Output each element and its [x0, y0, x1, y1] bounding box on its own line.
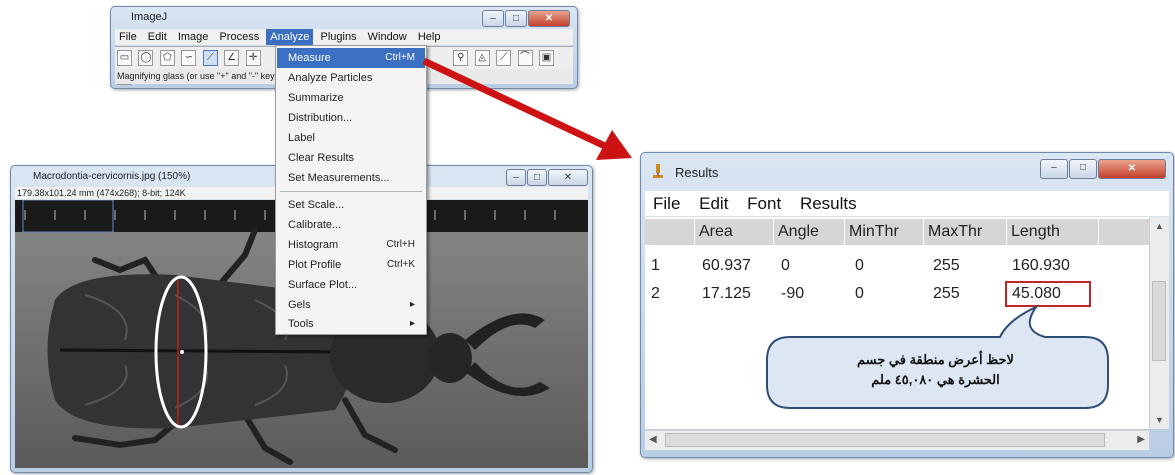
red-arrow-line — [422, 57, 609, 151]
callout-text: لاحظ أعرض منطقة في جسم الحشرة هي ٤٥,٠٨٠ … — [783, 350, 1088, 390]
callout-line-2: الحشرة هي ٤٥,٠٨٠ ملم — [871, 372, 1000, 387]
callout-line-1: لاحظ أعرض منطقة في جسم — [857, 352, 1014, 367]
annotation-overlay — [422, 57, 1109, 409]
